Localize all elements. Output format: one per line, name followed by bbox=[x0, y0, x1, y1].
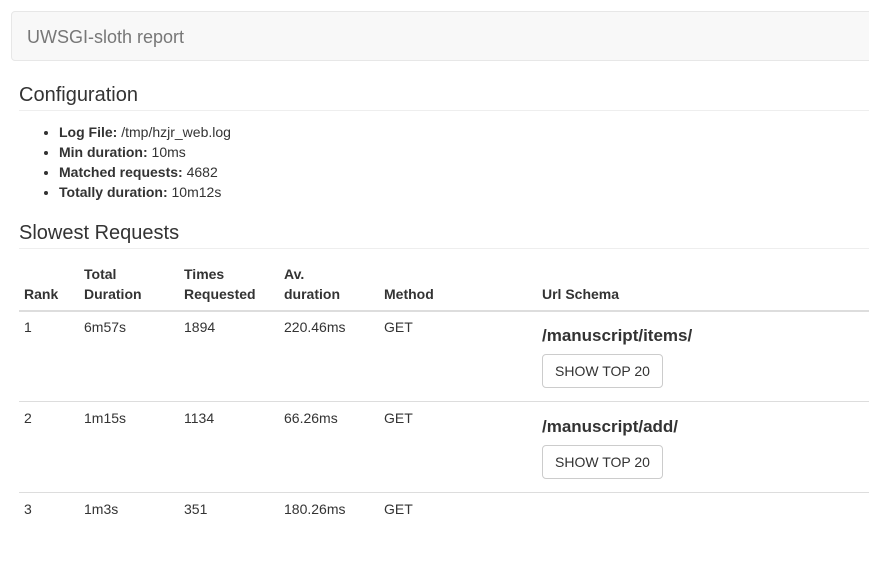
cell-method: GET bbox=[384, 410, 413, 426]
cell-url-schema: /manuscript/add/ bbox=[542, 417, 679, 436]
cell-avg-duration: 180.26ms bbox=[284, 501, 346, 517]
configuration-list: Log File: /tmp/hzjr_web.log Min duration… bbox=[39, 122, 231, 202]
navbar-brand[interactable]: UWSGI-sloth report bbox=[27, 27, 184, 48]
config-value: 10m12s bbox=[171, 184, 222, 200]
col-times-line1: Times bbox=[184, 266, 225, 282]
show-top-20-button[interactable]: SHOW TOP 20 bbox=[542, 354, 663, 388]
table-header: Rank Total Duration Times Requested Av. … bbox=[19, 262, 869, 312]
cell-total-duration: 1m15s bbox=[84, 410, 127, 426]
col-total-duration-header: Total Duration bbox=[84, 264, 142, 304]
cell-method: GET bbox=[384, 319, 413, 335]
cell-avg-duration: 220.46ms bbox=[284, 319, 346, 335]
col-rank-header: Rank bbox=[24, 286, 59, 302]
config-label: Totally duration: bbox=[59, 184, 168, 200]
cell-url-schema: /manuscript/items/ bbox=[542, 326, 693, 345]
cell-rank: 3 bbox=[24, 501, 32, 517]
slowest-requests-heading: Slowest Requests bbox=[19, 222, 869, 249]
config-value: 4682 bbox=[186, 164, 218, 180]
show-top-20-button[interactable]: SHOW TOP 20 bbox=[542, 445, 663, 479]
config-item-min-duration: Min duration: 10ms bbox=[59, 142, 231, 162]
configuration-heading: Configuration bbox=[19, 84, 869, 111]
cell-times-requested: 1894 bbox=[184, 319, 216, 335]
col-avg-line1: Av. bbox=[284, 266, 305, 282]
cell-method: GET bbox=[384, 501, 413, 517]
cell-total-duration: 6m57s bbox=[84, 319, 127, 335]
config-value: 10ms bbox=[151, 144, 186, 160]
table-row: 1 6m57s 1894 220.46ms GET /manuscript/it… bbox=[19, 310, 869, 401]
config-label: Min duration: bbox=[59, 144, 148, 160]
col-method-header: Method bbox=[384, 286, 434, 302]
col-total-line2: Duration bbox=[84, 286, 142, 302]
cell-rank: 2 bbox=[24, 410, 32, 426]
col-times-requested-header: Times Requested bbox=[184, 264, 256, 304]
col-total-line1: Total bbox=[84, 266, 117, 282]
cell-times-requested: 1134 bbox=[184, 410, 215, 426]
config-label: Log File: bbox=[59, 124, 118, 140]
col-times-line2: Requested bbox=[184, 286, 256, 302]
cell-times-requested: 351 bbox=[184, 501, 208, 517]
navbar: UWSGI-sloth report bbox=[11, 11, 869, 61]
cell-total-duration: 1m3s bbox=[84, 501, 119, 517]
cell-rank: 1 bbox=[24, 319, 32, 335]
col-url-schema-header: Url Schema bbox=[542, 286, 620, 302]
config-value: /tmp/hzjr_web.log bbox=[121, 124, 231, 140]
table-row: 3 1m3s 351 180.26ms GET bbox=[19, 492, 869, 583]
col-avg-line2: duration bbox=[284, 286, 340, 302]
config-item-matched-requests: Matched requests: 4682 bbox=[59, 162, 231, 182]
col-avg-duration-header: Av. duration bbox=[284, 264, 340, 304]
config-item-total-duration: Totally duration: 10m12s bbox=[59, 182, 231, 202]
cell-avg-duration: 66.26ms bbox=[284, 410, 338, 426]
config-label: Matched requests: bbox=[59, 164, 183, 180]
table-row: 2 1m15s 1134 66.26ms GET /manuscript/add… bbox=[19, 401, 869, 492]
config-item-log-file: Log File: /tmp/hzjr_web.log bbox=[59, 122, 231, 142]
